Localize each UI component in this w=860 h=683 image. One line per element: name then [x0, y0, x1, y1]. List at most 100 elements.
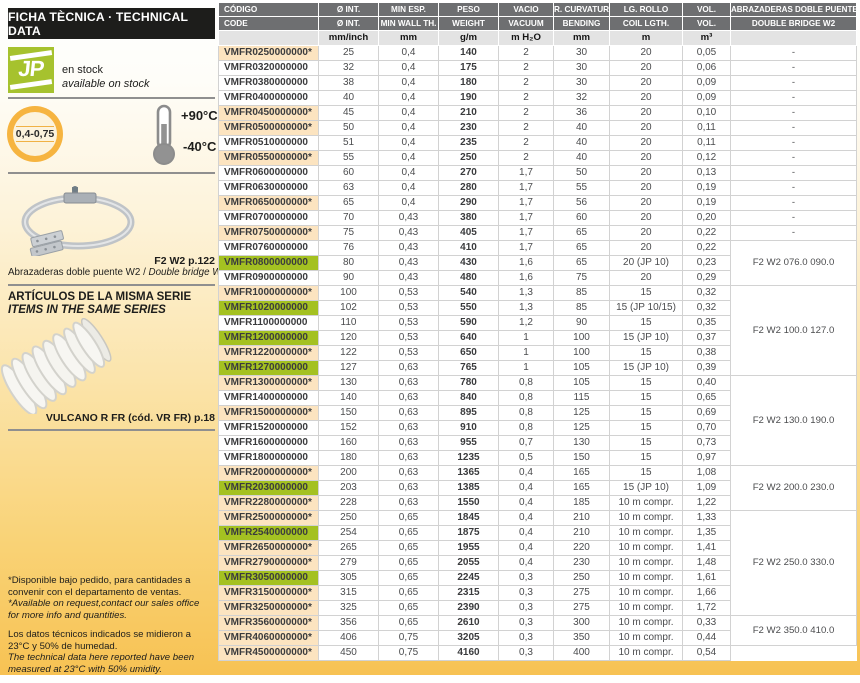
cell-vacuum: 0,4 [499, 511, 554, 526]
cell-vacuum: 0,3 [499, 631, 554, 646]
cell-bending: 105 [554, 376, 610, 391]
cell-min-wall: 0,4 [379, 61, 439, 76]
cell-vacuum: 1,6 [499, 271, 554, 286]
cell-d-int: 80 [319, 256, 379, 271]
sidebar: FICHA TÈCNICA · TECHNICAL DATA JP en sto… [0, 0, 218, 675]
cell-code: VMFR0500000000* [219, 121, 319, 136]
unit-weight: g/m [439, 31, 499, 46]
cell-bending: 65 [554, 226, 610, 241]
cell-weight: 780 [439, 376, 499, 391]
cell-vacuum: 2 [499, 151, 554, 166]
cell-vol: 0,44 [683, 631, 731, 646]
cell-bending: 85 [554, 301, 610, 316]
cell-coil-length: 10 m compr. [610, 511, 683, 526]
cell-d-int: 160 [319, 436, 379, 451]
cell-vacuum: 0,4 [499, 556, 554, 571]
stock-label-en: available on stock [62, 78, 149, 92]
cell-d-int: 254 [319, 526, 379, 541]
temp-max-label: +90°C [181, 108, 218, 123]
cell-min-wall: 0,63 [379, 376, 439, 391]
cell-coil-length: 15 [610, 376, 683, 391]
cell-vol: 0,54 [683, 646, 731, 661]
cell-vacuum: 0,8 [499, 391, 554, 406]
cell-vacuum: 2 [499, 136, 554, 151]
wall-thickness-badge-inner: 0,4-0,75 [13, 112, 57, 156]
cell-vol: 0,19 [683, 181, 731, 196]
cell-code: VMFR0700000000 [219, 211, 319, 226]
cell-coil-length: 20 [610, 271, 683, 286]
cell-vol: 0,38 [683, 346, 731, 361]
cell-d-int: 127 [319, 361, 379, 376]
col-subheader-d-int: Ø INT. [319, 17, 379, 31]
col-header-curvatura: R. CURVATURA [554, 3, 610, 17]
cell-w2-clamp: F2 W2 350.0 410.0 [731, 616, 857, 646]
cell-weight: 550 [439, 301, 499, 316]
cell-vol: 0,23 [683, 256, 731, 271]
cell-w2-clamp: F2 W2 130.0 190.0 [731, 376, 857, 466]
cell-bending: 220 [554, 541, 610, 556]
cell-vol: 0,65 [683, 391, 731, 406]
cell-vacuum: 2 [499, 76, 554, 91]
cell-coil-length: 10 m compr. [610, 556, 683, 571]
cell-weight: 1365 [439, 466, 499, 481]
cell-bending: 275 [554, 586, 610, 601]
table-row: VMFR0450000000*450,4210236200,10- [219, 106, 857, 121]
cell-code: VMFR0750000000* [219, 226, 319, 241]
cell-vacuum: 2 [499, 46, 554, 61]
cell-vol: 0,12 [683, 151, 731, 166]
cell-code: VMFR3250000000* [219, 601, 319, 616]
cell-d-int: 200 [319, 466, 379, 481]
cell-vacuum: 1,6 [499, 256, 554, 271]
cell-min-wall: 0,43 [379, 241, 439, 256]
cell-coil-length: 15 [610, 346, 683, 361]
cell-d-int: 63 [319, 181, 379, 196]
table-row: VMFR1000000000*1000,535401,385150,32F2 W… [219, 286, 857, 301]
cell-vol: 0,05 [683, 46, 731, 61]
cell-bending: 56 [554, 196, 610, 211]
cell-min-wall: 0,4 [379, 106, 439, 121]
table-row: VMFR0650000000*650,42901,756200,19- [219, 196, 857, 211]
cell-weight: 2245 [439, 571, 499, 586]
cell-d-int: 130 [319, 376, 379, 391]
cell-weight: 2055 [439, 556, 499, 571]
cell-coil-length: 20 [610, 226, 683, 241]
cell-min-wall: 0,43 [379, 211, 439, 226]
cell-vol: 0,70 [683, 421, 731, 436]
cell-vacuum: 1,3 [499, 286, 554, 301]
cell-min-wall: 0,63 [379, 496, 439, 511]
cell-vol: 1,66 [683, 586, 731, 601]
cell-d-int: 305 [319, 571, 379, 586]
cell-min-wall: 0,65 [379, 586, 439, 601]
cell-coil-length: 15 (JP 10/15) [610, 301, 683, 316]
cell-bending: 165 [554, 466, 610, 481]
cell-weight: 430 [439, 256, 499, 271]
unit-bridge [731, 31, 857, 46]
cell-weight: 180 [439, 76, 499, 91]
datasheet-table: CÓDIGO Ø INT. MIN ESP. PESO VACIO R. CUR… [218, 2, 857, 661]
cell-weight: 895 [439, 406, 499, 421]
col-header-vol: VOL. [683, 3, 731, 17]
cell-weight: 280 [439, 181, 499, 196]
divider [8, 172, 215, 174]
cell-weight: 140 [439, 46, 499, 61]
cell-bending: 50 [554, 166, 610, 181]
cell-coil-length: 15 [610, 466, 683, 481]
cell-min-wall: 0,4 [379, 136, 439, 151]
cell-min-wall: 0,63 [379, 481, 439, 496]
clamp-label-es: Abrazaderas doble puente W2 / [8, 267, 149, 278]
col-header-vacio: VACIO [499, 3, 554, 17]
cell-weight: 650 [439, 346, 499, 361]
cell-vol: 0,97 [683, 451, 731, 466]
col-subheader-bending: BENDING [554, 17, 610, 31]
cell-code: VMFR0510000000 [219, 136, 319, 151]
cell-weight: 410 [439, 241, 499, 256]
cell-code: VMFR0320000000 [219, 61, 319, 76]
cell-bending: 105 [554, 361, 610, 376]
cell-min-wall: 0,63 [379, 421, 439, 436]
cell-min-wall: 0,75 [379, 631, 439, 646]
cell-weight: 1845 [439, 511, 499, 526]
cell-d-int: 406 [319, 631, 379, 646]
cell-weight: 480 [439, 271, 499, 286]
cell-d-int: 110 [319, 316, 379, 331]
col-subheader-vacuum: VACUUM [499, 17, 554, 31]
